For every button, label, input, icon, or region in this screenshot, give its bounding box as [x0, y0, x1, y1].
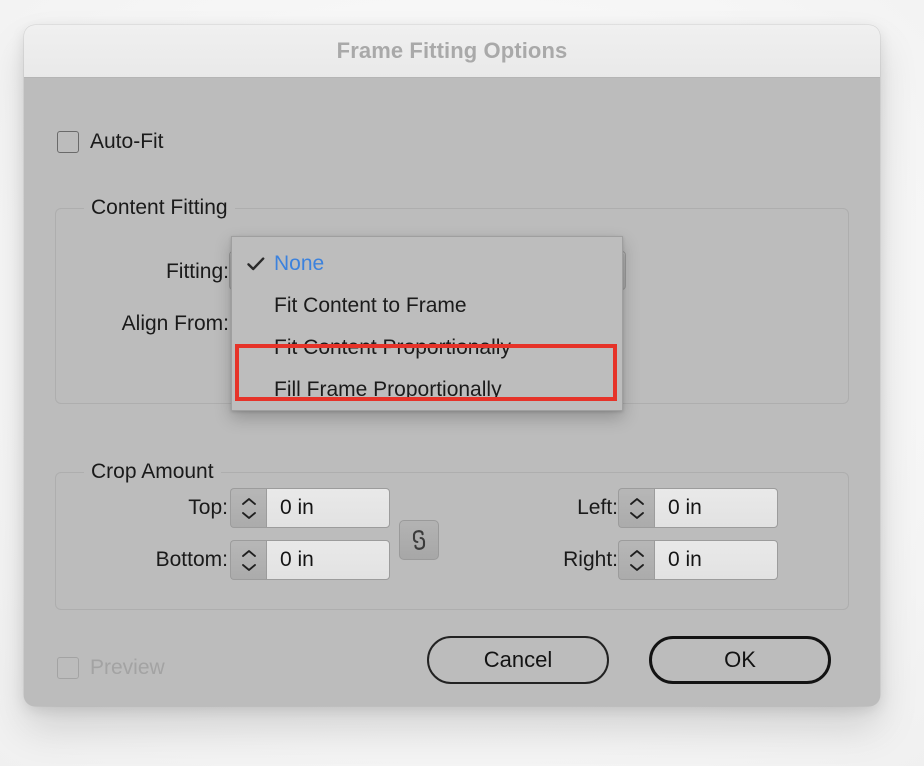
menu-item-label: None: [274, 252, 325, 275]
auto-fit-checkbox[interactable]: [57, 131, 79, 153]
crop-top-input[interactable]: 0 in: [266, 488, 390, 528]
menu-item-label: Fit Content to Frame: [274, 294, 467, 317]
menu-item-fit-content-proportionally[interactable]: Fit Content Proportionally: [232, 327, 622, 369]
dialog-title: Frame Fitting Options: [336, 38, 568, 63]
checkmark-icon: [246, 256, 274, 272]
fitting-dropdown-menu[interactable]: None Fit Content to Frame Fit Content Pr…: [231, 236, 623, 411]
preview-checkbox-row[interactable]: Preview: [57, 656, 165, 680]
crop-left-stepper[interactable]: [618, 488, 654, 528]
ok-button-label: OK: [724, 647, 756, 672]
crop-left-stepper-group[interactable]: 0 in: [618, 488, 778, 528]
chevron-down-icon: [629, 563, 644, 571]
crop-left-input[interactable]: 0 in: [654, 488, 778, 528]
cancel-button[interactable]: Cancel: [427, 636, 609, 684]
chevron-up-icon: [241, 549, 256, 557]
fitting-label: Fitting:: [165, 260, 229, 283]
frame-fitting-options-dialog: Frame Fitting Options Auto-Fit Content F…: [24, 25, 880, 706]
content-fitting-legend: Content Fitting: [84, 196, 235, 220]
menu-item-fit-content-to-frame[interactable]: Fit Content to Frame: [232, 285, 622, 327]
crop-top-stepper[interactable]: [230, 488, 266, 528]
auto-fit-label: Auto-Fit: [90, 130, 164, 153]
chevron-down-icon: [241, 511, 256, 519]
menu-item-fill-frame-proportionally[interactable]: Fill Frame Proportionally: [232, 369, 622, 411]
menu-item-label: Fill Frame Proportionally: [274, 378, 502, 401]
crop-right-input[interactable]: 0 in: [654, 540, 778, 580]
crop-top-stepper-group[interactable]: 0 in: [230, 488, 390, 528]
crop-link-toggle[interactable]: [399, 520, 439, 560]
chevron-up-icon: [241, 497, 256, 505]
crop-bottom-input[interactable]: 0 in: [266, 540, 390, 580]
dialog-titlebar: Frame Fitting Options: [24, 25, 880, 78]
preview-checkbox[interactable]: [57, 657, 79, 679]
chevron-down-icon: [241, 563, 256, 571]
ok-button[interactable]: OK: [649, 636, 831, 684]
crop-right-label: Right:: [563, 548, 618, 571]
chevron-up-icon: [629, 497, 644, 505]
crop-right-stepper-group[interactable]: 0 in: [618, 540, 778, 580]
chevron-up-icon: [629, 549, 644, 557]
menu-item-label: Fit Content Proportionally: [274, 336, 511, 359]
chain-link-icon: [412, 530, 426, 550]
preview-label: Preview: [90, 656, 165, 679]
crop-amount-legend: Crop Amount: [84, 460, 221, 484]
align-from-label: Align From:: [121, 312, 229, 335]
crop-right-stepper[interactable]: [618, 540, 654, 580]
crop-bottom-stepper-group[interactable]: 0 in: [230, 540, 390, 580]
crop-bottom-label: Bottom:: [155, 548, 228, 571]
menu-item-none[interactable]: None: [232, 243, 622, 285]
crop-top-label: Top:: [188, 496, 228, 519]
crop-left-label: Left:: [577, 496, 618, 519]
cancel-button-label: Cancel: [483, 647, 553, 672]
crop-bottom-stepper[interactable]: [230, 540, 266, 580]
chevron-down-icon: [629, 511, 644, 519]
auto-fit-checkbox-row[interactable]: Auto-Fit: [57, 130, 164, 154]
